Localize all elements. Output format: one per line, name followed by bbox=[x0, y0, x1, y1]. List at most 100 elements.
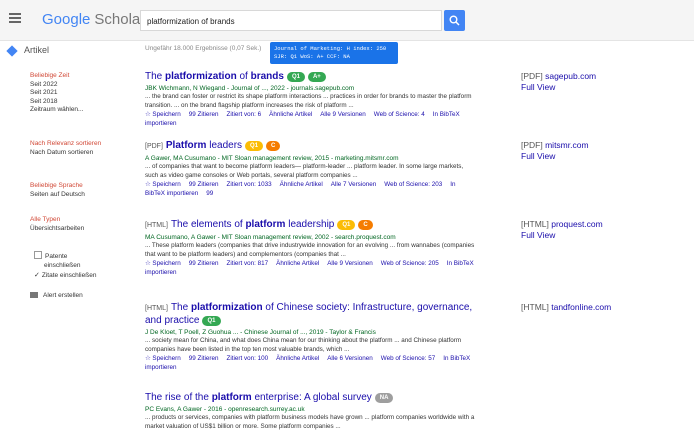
result-action-link[interactable]: 99 Zitieren bbox=[189, 260, 219, 267]
checkmark-icon[interactable]: ✓ bbox=[34, 272, 40, 279]
result-action-link[interactable]: Zitiert von: 1033 bbox=[227, 181, 272, 188]
rank-badge: C bbox=[358, 220, 373, 230]
create-alert-label: Alert erstellen bbox=[43, 292, 83, 299]
result-item: [HTML] The elements of platform leadershi… bbox=[145, 219, 475, 277]
full-view-link[interactable]: Full View bbox=[521, 151, 589, 162]
type-reviews[interactable]: Übersichtsarbeiten bbox=[30, 225, 84, 234]
logo-google: Google bbox=[42, 11, 91, 28]
result-snippet: ... products or services, companies with… bbox=[145, 414, 475, 430]
result-action-link[interactable]: Ähnliche Artikel bbox=[276, 355, 319, 362]
lang-any[interactable]: Beliebige Sprache bbox=[30, 182, 85, 191]
result-actions: ☆ Speichern 99 Zitieren Zitiert von: 100 Äh… bbox=[145, 354, 475, 372]
title-segment: platformization bbox=[190, 302, 263, 313]
rank-badge: A+ bbox=[307, 72, 326, 82]
result-item: The platformization of brands Q1 A+ JBK Wic… bbox=[145, 71, 475, 128]
search-icon bbox=[449, 15, 460, 26]
result-action-link[interactable]: Web of Science: 203 bbox=[384, 181, 442, 188]
result-action-link[interactable]: Ähnliche Artikel bbox=[280, 181, 323, 188]
time-any[interactable]: Beliebige Zeit bbox=[30, 72, 83, 81]
result-action-link[interactable]: ☆ Speichern bbox=[145, 260, 181, 267]
result-action-link[interactable]: Zitiert von: 6 bbox=[227, 111, 262, 118]
result-action-link[interactable]: 99 Zitieren bbox=[189, 355, 219, 362]
fulltext-link[interactable]: [PDF] mitsmr.com Full View bbox=[521, 140, 589, 162]
result-action-link[interactable]: Zitiert von: 817 bbox=[227, 260, 269, 267]
result-item: [HTML] The platformization of Chinese soc… bbox=[145, 302, 475, 372]
time-custom[interactable]: Zeitraum wählen... bbox=[30, 106, 83, 115]
sort-date[interactable]: Nach Datum sortieren bbox=[30, 149, 110, 158]
result-action-link[interactable]: ☆ Speichern bbox=[145, 181, 181, 188]
lang-german[interactable]: Seiten auf Deutsch bbox=[30, 191, 85, 200]
time-2018[interactable]: Seit 2018 bbox=[30, 98, 83, 107]
title-segment: leadership bbox=[285, 219, 335, 230]
journal-tooltip: Journal of Marketing: H index: 250 SJR: … bbox=[270, 42, 398, 64]
include-citations-label: Zitate einschließen bbox=[41, 272, 97, 279]
full-view-link[interactable]: Full View bbox=[521, 230, 603, 241]
result-title[interactable]: The platformization of brands Q1 A+ bbox=[145, 71, 475, 83]
logo-scholar: Scholar bbox=[94, 11, 146, 28]
full-view-link[interactable]: Full View bbox=[521, 82, 596, 93]
title-segment: The elements of bbox=[170, 219, 246, 230]
sort-filter: Nach Relevanz sortieren Nach Datum sorti… bbox=[30, 140, 110, 157]
result-action-link[interactable]: Alle 9 Versionen bbox=[327, 260, 373, 267]
logo[interactable]: Google Scholar bbox=[42, 11, 145, 28]
title-segment: platform bbox=[245, 219, 286, 230]
result-title[interactable]: [PDF] Platform leaders Q1 C bbox=[145, 140, 475, 153]
search-button[interactable] bbox=[444, 10, 465, 31]
results-count: Ungefähr 18.000 Ergebnisse (0,07 Sek.) bbox=[145, 45, 262, 52]
result-action-link[interactable]: 99 bbox=[206, 190, 213, 197]
result-action-link[interactable]: 99 Zitieren bbox=[189, 111, 219, 118]
title-segment: The bbox=[170, 302, 191, 313]
result-snippet: ... These platform leaders (companies th… bbox=[145, 242, 475, 258]
result-action-link[interactable]: Alle 7 Versionen bbox=[331, 181, 377, 188]
title-segment: The rise of the bbox=[145, 392, 212, 403]
result-authors: PC Evans, A Gawer - 2016 - openresearch.… bbox=[145, 406, 305, 413]
result-action-link[interactable]: Web of Science: 205 bbox=[381, 260, 439, 267]
checkbox-patents[interactable] bbox=[34, 251, 42, 259]
sort-relevance[interactable]: Nach Relevanz sortieren bbox=[30, 140, 110, 149]
fulltext-domain: mitsmr.com bbox=[545, 140, 589, 150]
result-action-link[interactable]: Zitiert von: 100 bbox=[227, 355, 269, 362]
title-segment: Platform bbox=[165, 140, 207, 151]
articles-label[interactable]: Artikel bbox=[24, 45, 49, 55]
result-actions: ☆ Speichern 99 Zitieren Zitiert von: 1033 Ä… bbox=[145, 180, 475, 198]
fulltext-link[interactable]: [HTML] proquest.com Full View bbox=[521, 219, 603, 241]
time-filter: Beliebige Zeit Seit 2022 Seit 2021 Seit … bbox=[30, 72, 83, 115]
include-patents-label: Patente einschließen bbox=[44, 253, 81, 269]
title-segment: of bbox=[236, 71, 251, 82]
result-item: The rise of the platform enterprise: A g… bbox=[145, 392, 475, 431]
top-bar: Google Scholar platformization of brands bbox=[0, 0, 694, 41]
result-action-link[interactable]: Ähnliche Artikel bbox=[269, 111, 312, 118]
result-title[interactable]: The rise of the platform enterprise: A g… bbox=[145, 392, 475, 404]
rank-badge: NA bbox=[374, 393, 394, 403]
type-all[interactable]: Alle Typen bbox=[30, 216, 84, 225]
result-action-link[interactable]: Alle 6 Versionen bbox=[327, 355, 373, 362]
include-patents[interactable]: Patente einschließen bbox=[34, 251, 104, 270]
rank-badge: Q1 bbox=[245, 141, 264, 151]
result-title[interactable]: [HTML] The platformization of Chinese soc… bbox=[145, 302, 475, 327]
result-authors: A Gawer, MA Cusumano - MIT Sloan managem… bbox=[145, 155, 399, 162]
result-authors: MA Cusumano, A Gawer - MIT Sloan managem… bbox=[145, 234, 396, 241]
rank-badge: C bbox=[266, 141, 281, 151]
result-action-link[interactable]: ☆ Speichern bbox=[145, 111, 181, 118]
create-alert[interactable]: Alert erstellen bbox=[30, 292, 83, 299]
search-input[interactable]: platformization of brands bbox=[140, 10, 442, 31]
tooltip-line2: SJR: Q1 WoS: A+ CCF: NA bbox=[274, 53, 350, 60]
menu-icon[interactable] bbox=[9, 13, 21, 23]
result-authors: J De Kloet, T Poell, Z Guohua ... - Chin… bbox=[145, 329, 376, 336]
fulltext-link[interactable]: [PDF] sagepub.com Full View bbox=[521, 71, 596, 93]
articles-icon bbox=[6, 45, 18, 57]
result-action-link[interactable]: Ähnliche Artikel bbox=[276, 260, 319, 267]
result-action-link[interactable]: Web of Science: 57 bbox=[381, 355, 436, 362]
result-action-link[interactable]: Alle 9 Versionen bbox=[320, 111, 366, 118]
result-snippet: ... of companies that want to become pla… bbox=[145, 163, 464, 179]
time-2022[interactable]: Seit 2022 bbox=[30, 81, 83, 90]
include-citations[interactable]: ✓ Zitate einschließen bbox=[34, 272, 104, 281]
result-format: [PDF] bbox=[145, 143, 163, 150]
result-action-link[interactable]: Web of Science: 4 bbox=[374, 111, 425, 118]
result-action-link[interactable]: 99 Zitieren bbox=[189, 181, 219, 188]
fulltext-link[interactable]: [HTML] tandfonline.com bbox=[521, 302, 611, 313]
time-2021[interactable]: Seit 2021 bbox=[30, 89, 83, 98]
title-segment: platformization bbox=[165, 71, 237, 82]
result-title[interactable]: [HTML] The elements of platform leadershi… bbox=[145, 219, 475, 232]
result-action-link[interactable]: ☆ Speichern bbox=[145, 355, 181, 362]
